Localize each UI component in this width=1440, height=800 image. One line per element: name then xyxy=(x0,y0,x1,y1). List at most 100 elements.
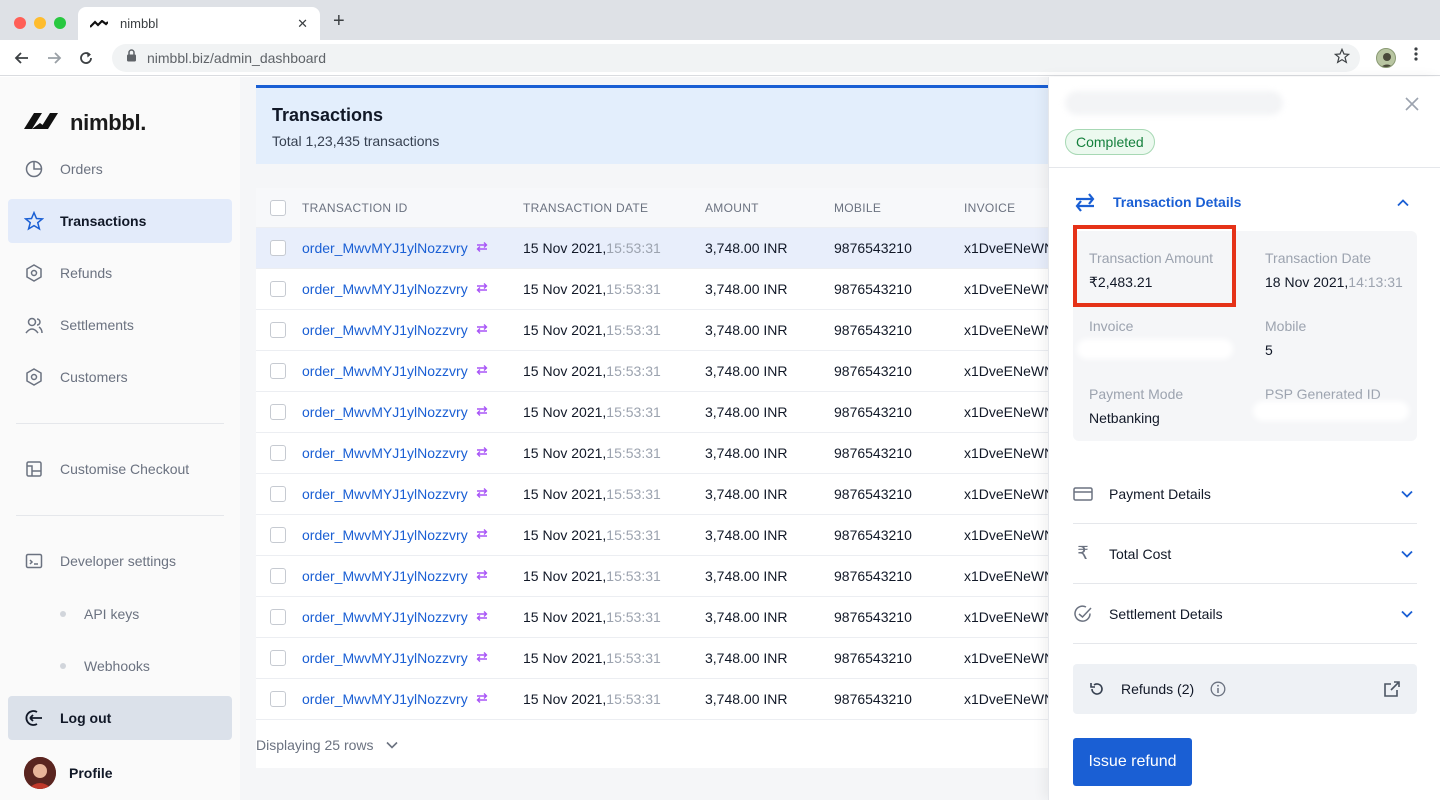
transaction-id-cell[interactable]: order_MwvMYJ1ylNozzvry xyxy=(302,322,488,338)
transaction-id-link[interactable]: order_MwvMYJ1ylNozzvry xyxy=(302,281,468,297)
new-tab-button[interactable]: + xyxy=(333,11,345,31)
row-checkbox[interactable] xyxy=(270,609,286,625)
accordion-label: Settlement Details xyxy=(1109,605,1223,622)
transaction-id-cell[interactable]: order_MwvMYJ1ylNozzvry xyxy=(302,281,488,297)
transaction-id-link[interactable]: order_MwvMYJ1ylNozzvry xyxy=(302,404,468,420)
transaction-id-link[interactable]: order_MwvMYJ1ylNozzvry xyxy=(302,568,468,584)
bookmark-star-icon[interactable] xyxy=(1333,47,1351,69)
browser-profile-avatar[interactable] xyxy=(1376,48,1396,68)
row-checkbox[interactable] xyxy=(270,281,286,297)
column-header[interactable]: TRANSACTION ID xyxy=(302,201,408,215)
transaction-id-cell[interactable]: order_MwvMYJ1ylNozzvry xyxy=(302,404,488,420)
mobile-cell: 9876543210 xyxy=(834,445,912,461)
omnibox[interactable]: nimbbl.biz/admin_dashboard xyxy=(112,44,1360,72)
sidebar-item-customers[interactable]: Customers xyxy=(8,355,232,399)
close-drawer-icon[interactable] xyxy=(1405,95,1419,116)
window-controls xyxy=(14,17,66,29)
date-text: 15 Nov 2021, xyxy=(523,650,607,666)
row-checkbox[interactable] xyxy=(270,404,286,420)
row-checkbox[interactable] xyxy=(270,527,286,543)
table-row[interactable]: order_MwvMYJ1ylNozzvry 15 Nov 2021,15:53:… xyxy=(256,228,1076,269)
forward-arrow-icon[interactable] xyxy=(42,46,66,70)
transaction-id-link[interactable]: order_MwvMYJ1ylNozzvry xyxy=(302,691,468,707)
column-header[interactable]: AMOUNT xyxy=(705,201,759,215)
table-row[interactable]: order_MwvMYJ1ylNozzvry 15 Nov 2021,15:53:… xyxy=(256,269,1076,310)
table-row[interactable]: order_MwvMYJ1ylNozzvry 15 Nov 2021,15:53:… xyxy=(256,556,1076,597)
payment-details-accordion[interactable]: Payment Details xyxy=(1073,464,1417,524)
sidebar-item-developer-settings[interactable]: Developer settings xyxy=(8,539,232,583)
table-row[interactable]: order_MwvMYJ1ylNozzvry 15 Nov 2021,15:53:… xyxy=(256,351,1076,392)
row-checkbox[interactable] xyxy=(270,445,286,461)
browser-tab[interactable]: nimbbl ✕ xyxy=(78,7,320,40)
transaction-id-cell[interactable]: order_MwvMYJ1ylNozzvry xyxy=(302,650,488,666)
transaction-id-cell[interactable]: order_MwvMYJ1ylNozzvry xyxy=(302,445,488,461)
transaction-date-cell: 15 Nov 2021,15:53:31 xyxy=(523,404,661,420)
chevron-up-icon[interactable] xyxy=(1397,194,1409,210)
table-row[interactable]: order_MwvMYJ1ylNozzvry 15 Nov 2021,15:53:… xyxy=(256,638,1076,679)
info-icon[interactable] xyxy=(1210,681,1226,697)
transaction-id-cell[interactable]: order_MwvMYJ1ylNozzvry xyxy=(302,363,488,379)
transaction-id-link[interactable]: order_MwvMYJ1ylNozzvry xyxy=(302,650,468,666)
date-text: 15 Nov 2021, xyxy=(523,445,607,461)
total-cost-accordion[interactable]: ₹ Total Cost xyxy=(1073,524,1417,584)
transaction-id-link[interactable]: order_MwvMYJ1ylNozzvry xyxy=(302,527,468,543)
row-checkbox[interactable] xyxy=(270,486,286,502)
table-row[interactable]: order_MwvMYJ1ylNozzvry 15 Nov 2021,15:53:… xyxy=(256,474,1076,515)
close-window-button[interactable] xyxy=(14,17,26,29)
tab-close-icon[interactable]: ✕ xyxy=(297,16,308,32)
table-row[interactable]: order_MwvMYJ1ylNozzvry 15 Nov 2021,15:53:… xyxy=(256,515,1076,556)
external-link-icon[interactable] xyxy=(1383,680,1401,698)
row-checkbox[interactable] xyxy=(270,650,286,666)
transaction-id-cell[interactable]: order_MwvMYJ1ylNozzvry xyxy=(302,691,488,707)
row-checkbox[interactable] xyxy=(270,568,286,584)
sidebar-item-orders[interactable]: Orders xyxy=(8,147,232,191)
profile-link[interactable]: Profile xyxy=(24,757,113,789)
lock-icon xyxy=(126,49,137,67)
settlement-details-accordion[interactable]: Settlement Details xyxy=(1073,584,1417,644)
column-header[interactable]: MOBILE xyxy=(834,201,881,215)
time-text: 15:53:31 xyxy=(606,486,661,502)
sidebar-item-refunds[interactable]: Refunds xyxy=(8,251,232,295)
sidebar-subitem-api-keys[interactable]: API keys xyxy=(60,606,139,622)
logout-button[interactable]: Log out xyxy=(8,696,232,740)
amount-cell: 3,748.00 INR xyxy=(705,691,788,707)
select-all-checkbox[interactable] xyxy=(270,199,286,216)
transaction-id-link[interactable]: order_MwvMYJ1ylNozzvry xyxy=(302,322,468,338)
transaction-id-link[interactable]: order_MwvMYJ1ylNozzvry xyxy=(302,609,468,625)
transaction-id-cell[interactable]: order_MwvMYJ1ylNozzvry xyxy=(302,486,488,502)
sidebar-subitem-webhooks[interactable]: Webhooks xyxy=(60,658,150,674)
rows-per-page-selector[interactable]: Displaying 25 rows xyxy=(256,737,398,753)
maximize-window-button[interactable] xyxy=(54,17,66,29)
transaction-id-link[interactable]: order_MwvMYJ1ylNozzvry xyxy=(302,240,468,256)
table-row[interactable]: order_MwvMYJ1ylNozzvry 15 Nov 2021,15:53:… xyxy=(256,310,1076,351)
transaction-id-cell[interactable]: order_MwvMYJ1ylNozzvry xyxy=(302,609,488,625)
row-checkbox[interactable] xyxy=(270,322,286,338)
row-checkbox[interactable] xyxy=(270,363,286,379)
transaction-details-toggle[interactable]: Transaction Details xyxy=(1073,191,1241,213)
transaction-id-cell[interactable]: order_MwvMYJ1ylNozzvry xyxy=(302,568,488,584)
table-row[interactable]: order_MwvMYJ1ylNozzvry 15 Nov 2021,15:53:… xyxy=(256,679,1076,720)
reload-icon[interactable] xyxy=(74,46,98,70)
transaction-id-cell[interactable]: order_MwvMYJ1ylNozzvry xyxy=(302,240,488,256)
column-header[interactable]: INVOICE xyxy=(964,201,1015,215)
time-text: 15:53:31 xyxy=(606,691,661,707)
back-arrow-icon[interactable] xyxy=(10,46,34,70)
transaction-id-link[interactable]: order_MwvMYJ1ylNozzvry xyxy=(302,486,468,502)
row-checkbox[interactable] xyxy=(270,240,286,256)
browser-menu-icon[interactable] xyxy=(1414,46,1418,67)
sidebar-item-customise-checkout[interactable]: Customise Checkout xyxy=(8,447,232,491)
table-row[interactable]: order_MwvMYJ1ylNozzvry 15 Nov 2021,15:53:… xyxy=(256,433,1076,474)
refunds-row[interactable]: Refunds (2) xyxy=(1073,664,1417,714)
transaction-id-cell[interactable]: order_MwvMYJ1ylNozzvry xyxy=(302,527,488,543)
row-checkbox[interactable] xyxy=(270,691,286,707)
minimize-window-button[interactable] xyxy=(34,17,46,29)
column-header[interactable]: TRANSACTION DATE xyxy=(523,201,648,215)
issue-refund-button[interactable]: Issue refund xyxy=(1073,738,1192,786)
sidebar-item-transactions[interactable]: Transactions xyxy=(8,199,232,243)
brand-logo[interactable]: nimbbl. xyxy=(24,109,146,136)
transaction-id-link[interactable]: order_MwvMYJ1ylNozzvry xyxy=(302,445,468,461)
table-row[interactable]: order_MwvMYJ1ylNozzvry 15 Nov 2021,15:53:… xyxy=(256,597,1076,638)
transaction-id-link[interactable]: order_MwvMYJ1ylNozzvry xyxy=(302,363,468,379)
table-row[interactable]: order_MwvMYJ1ylNozzvry 15 Nov 2021,15:53:… xyxy=(256,392,1076,433)
sidebar-item-settlements[interactable]: Settlements xyxy=(8,303,232,347)
